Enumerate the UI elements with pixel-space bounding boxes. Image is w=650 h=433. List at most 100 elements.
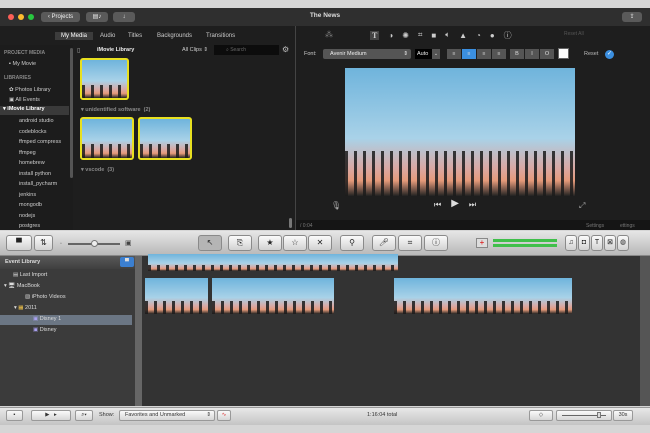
event-item-disney[interactable]: ▣ Disney: [33, 327, 57, 333]
sidebar-event-item[interactable]: codeblocks: [19, 129, 47, 135]
font-size-input[interactable]: Auto: [415, 49, 432, 59]
show-hide-library-button[interactable]: ▪: [6, 410, 23, 421]
keyword-button[interactable]: ⚲: [340, 235, 364, 251]
reject-button[interactable]: ✕: [308, 235, 332, 251]
crop-icon[interactable]: ⌗: [418, 30, 423, 40]
projects-button[interactable]: ‹ Projects: [41, 12, 80, 22]
voiceover-button[interactable]: 🎤︎: [372, 235, 396, 251]
transitions-browser-button[interactable]: ⊠: [604, 235, 616, 251]
event-clip[interactable]: [145, 278, 208, 314]
audio-skimming-button[interactable]: +: [476, 238, 488, 248]
clip-filter-icon[interactable]: ●: [490, 31, 495, 40]
info-icon[interactable]: ⓘ: [504, 30, 512, 41]
font-size-dropdown[interactable]: ⌄: [432, 49, 440, 59]
event-item-macbook[interactable]: ▾ 🖥︎ MacBook: [4, 283, 40, 289]
zoom-search-button[interactable]: ⌕▾: [75, 410, 93, 421]
sidebar-event-item[interactable]: mongodb: [19, 202, 42, 208]
reset-button[interactable]: Reset: [584, 51, 598, 57]
browser-scrollbar[interactable]: [289, 218, 292, 228]
sidebar-scrollbar[interactable]: [70, 48, 73, 178]
sidebar-event-item[interactable]: install python: [19, 171, 51, 177]
search-input[interactable]: ⌕ Search: [214, 45, 279, 55]
settings-button[interactable]: Settings: [586, 223, 604, 229]
swap-button[interactable]: ⇅: [34, 235, 53, 251]
import-button[interactable]: ↓: [113, 12, 135, 22]
event-clip[interactable]: [148, 254, 398, 271]
clip-thumbnail[interactable]: [138, 117, 192, 160]
sidebar-event-item[interactable]: ffmped compress: [19, 139, 61, 145]
align-left-button[interactable]: ≡: [447, 49, 461, 59]
sidebar-event-item[interactable]: ffmpeg: [19, 150, 36, 156]
crop-button[interactable]: ⌗: [398, 235, 422, 251]
event-item-disney-1[interactable]: ▣ Disney 1: [0, 315, 132, 325]
text-color-swatch[interactable]: [558, 48, 569, 59]
media-toggle-button[interactable]: ▤♪: [86, 12, 108, 22]
align-right-button[interactable]: ≡: [477, 49, 491, 59]
font-select[interactable]: Avenir Medium ⇕: [323, 49, 411, 59]
align-center-button[interactable]: ≡: [462, 49, 476, 59]
volume-icon[interactable]: 🔈︎: [445, 30, 450, 40]
sidebar-event-item[interactable]: install_pycharm: [19, 181, 57, 187]
minimize-button[interactable]: [18, 14, 24, 20]
share-button[interactable]: ⇪: [622, 12, 642, 22]
clips-scrollbar[interactable]: [640, 256, 650, 406]
justify-button[interactable]: ≡: [492, 49, 506, 59]
italic-button[interactable]: I: [525, 49, 539, 59]
unmark-button[interactable]: ☆: [283, 235, 307, 251]
sidebar-event-item[interactable]: homebrew: [19, 160, 45, 166]
settings-gear-icon[interactable]: ⚙: [282, 46, 289, 54]
title-tool-icon[interactable]: T: [370, 30, 380, 40]
event-library-scrollbar[interactable]: [135, 256, 142, 406]
microphone-icon[interactable]: 🎙︎: [331, 201, 341, 210]
maps-browser-button[interactable]: ◍: [617, 235, 629, 251]
show-filter-select[interactable]: Favorites and Unmarked ⇕: [119, 410, 215, 421]
outline-button[interactable]: O: [540, 49, 554, 59]
bold-button[interactable]: B: [510, 49, 524, 59]
tab-backgrounds[interactable]: Backgrounds: [157, 33, 192, 39]
play-controls[interactable]: ▶ ▸: [31, 410, 71, 421]
noise-reduction-icon[interactable]: ▲: [459, 31, 467, 40]
close-button[interactable]: [8, 14, 14, 20]
event-clip[interactable]: [394, 278, 572, 314]
fullscreen-icon[interactable]: ⤢: [579, 201, 585, 211]
waveform-button[interactable]: ∿: [217, 410, 231, 421]
sidebar-item-all-events[interactable]: ▣ All Events: [9, 97, 40, 103]
sidebar-event-item[interactable]: nodejs: [19, 213, 35, 219]
select-tool-button[interactable]: ↖: [198, 235, 222, 251]
tab-my-media[interactable]: My Media: [55, 32, 94, 40]
tab-transitions[interactable]: Transitions: [206, 33, 235, 39]
photo-browser-button[interactable]: ◘: [578, 235, 590, 251]
reset-all-button[interactable]: Reset All: [564, 31, 584, 37]
clip-filter-select[interactable]: All Clips ⇕: [182, 47, 208, 53]
skip-back-icon[interactable]: ⏮︎: [434, 200, 441, 210]
playhead-info-button[interactable]: ◇: [529, 410, 553, 421]
magic-wand-icon[interactable]: ⁂: [325, 30, 333, 39]
color-balance-icon[interactable]: ◑: [388, 31, 393, 40]
music-browser-button[interactable]: ♫: [565, 235, 577, 251]
event-item-last-import[interactable]: ▤ Last Import: [13, 272, 47, 278]
camera-import-icon[interactable]: ▀: [120, 257, 134, 267]
project-library-button[interactable]: ▀: [6, 235, 32, 251]
slider-thumb[interactable]: [91, 240, 98, 247]
event-item-2011[interactable]: ▾ ▦ 2011: [14, 305, 37, 311]
sidebar-item-imovie-library[interactable]: ▾ iMovie Library: [0, 106, 69, 115]
zoom-button[interactable]: [28, 14, 34, 20]
speed-icon[interactable]: ◔: [476, 31, 481, 40]
sidebar-event-item[interactable]: android studio: [19, 118, 54, 124]
tab-audio[interactable]: Audio: [100, 33, 115, 39]
event-item-iphoto-videos[interactable]: ▧ iPhoto Videos: [25, 294, 66, 300]
skip-forward-icon[interactable]: ⏭︎: [469, 200, 476, 210]
tab-titles[interactable]: Titles: [128, 33, 142, 39]
clip-thumbnail[interactable]: [80, 58, 129, 100]
sidebar-event-item[interactable]: postgres: [19, 223, 40, 229]
play-icon[interactable]: ▶: [451, 199, 459, 210]
sidebar-item-my-movie[interactable]: ▪ My Movie: [9, 61, 36, 67]
stabilization-icon[interactable]: ■: [431, 31, 436, 40]
sidebar-toggle-icon[interactable]: ▯: [77, 47, 80, 54]
inspector-button[interactable]: ⓘ: [424, 235, 448, 251]
add-to-project-button[interactable]: ⎘: [228, 235, 252, 251]
clip-thumbnail[interactable]: [80, 117, 134, 160]
group-header[interactable]: ▾ vscode (3): [81, 167, 114, 173]
clip-length-slider[interactable]: [556, 410, 612, 421]
sidebar-event-item[interactable]: jenkins: [19, 192, 36, 198]
